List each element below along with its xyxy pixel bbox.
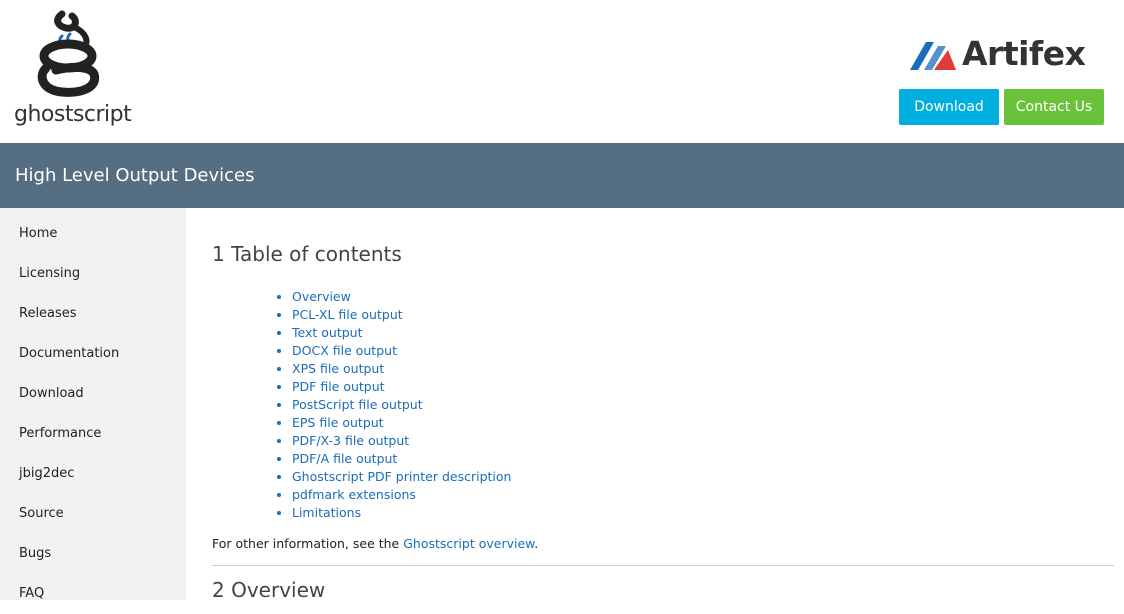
sidebar-item-source[interactable]: Source <box>0 494 186 534</box>
artifex-wordmark: Artifex <box>962 34 1086 73</box>
list-item: PDF file output <box>292 378 1114 396</box>
main-area: Home Licensing Releases Documentation Do… <box>0 208 1124 602</box>
toc-link-printer-description[interactable]: Ghostscript PDF printer description <box>292 469 511 484</box>
toc-link-eps[interactable]: EPS file output <box>292 415 384 430</box>
toc-link-postscript[interactable]: PostScript file output <box>292 397 423 412</box>
list-item: PDF/X-3 file output <box>292 432 1114 450</box>
site-header: ghostscript Artifex Download Contact Us <box>0 0 1124 143</box>
toc-link-overview[interactable]: Overview <box>292 289 351 304</box>
sidebar-item-faq[interactable]: FAQ <box>0 574 186 614</box>
info-suffix: . <box>534 536 539 551</box>
list-item: Limitations <box>292 504 1114 522</box>
contact-us-button[interactable]: Contact Us <box>1004 89 1104 125</box>
list-item: Overview <box>292 288 1114 306</box>
list-item: PCL-XL file output <box>292 306 1114 324</box>
sidebar-item-licensing[interactable]: Licensing <box>0 254 186 294</box>
list-item: Text output <box>292 324 1114 342</box>
list-item: DOCX file output <box>292 342 1114 360</box>
sidebar-nav: Home Licensing Releases Documentation Do… <box>0 208 186 601</box>
ghostscript-wordmark: ghostscript <box>14 102 132 127</box>
page-title-bar: High Level Output Devices <box>0 143 1124 208</box>
other-info-paragraph: For other information, see the Ghostscri… <box>212 536 1114 551</box>
sidebar-item-home[interactable]: Home <box>0 214 186 254</box>
list-item: XPS file output <box>292 360 1114 378</box>
sidebar-item-releases[interactable]: Releases <box>0 294 186 334</box>
section-divider <box>212 565 1114 566</box>
list-item: pdfmark extensions <box>292 486 1114 504</box>
sidebar-item-documentation[interactable]: Documentation <box>0 334 186 374</box>
toc-list: Overview PCL-XL file output Text output … <box>212 288 1114 522</box>
toc-link-text-output[interactable]: Text output <box>292 325 362 340</box>
ghostscript-logo-icon <box>37 10 100 97</box>
sidebar-item-performance[interactable]: Performance <box>0 414 186 454</box>
list-item: EPS file output <box>292 414 1114 432</box>
artifex-logo[interactable]: Artifex <box>908 34 1094 76</box>
toc-link-pcl-xl[interactable]: PCL-XL file output <box>292 307 403 322</box>
toc-link-limitations[interactable]: Limitations <box>292 505 361 520</box>
page-title: High Level Output Devices <box>15 165 255 186</box>
toc-link-pdf[interactable]: PDF file output <box>292 379 385 394</box>
info-prefix: For other information, see the <box>212 536 404 551</box>
toc-heading: 1 Table of contents <box>212 242 402 266</box>
sidebar-item-jbig2dec[interactable]: jbig2dec <box>0 454 186 494</box>
overview-heading: 2 Overview <box>212 578 326 602</box>
toc-link-docx[interactable]: DOCX file output <box>292 343 397 358</box>
sidebar-item-bugs[interactable]: Bugs <box>0 534 186 574</box>
list-item: PostScript file output <box>292 396 1114 414</box>
ghostscript-logo[interactable]: ghostscript <box>14 10 132 132</box>
download-button[interactable]: Download <box>899 89 999 125</box>
toc-link-pdfmark[interactable]: pdfmark extensions <box>292 487 416 502</box>
list-item: PDF/A file output <box>292 450 1114 468</box>
list-item: Ghostscript PDF printer description <box>292 468 1114 486</box>
content-panel: 1 Table of contents Overview PCL-XL file… <box>186 208 1124 602</box>
artifex-logo-icon <box>910 42 956 70</box>
toc-link-pdfx3[interactable]: PDF/X-3 file output <box>292 433 409 448</box>
toc-link-pdfa[interactable]: PDF/A file output <box>292 451 397 466</box>
toc-link-xps[interactable]: XPS file output <box>292 361 384 376</box>
sidebar-item-download[interactable]: Download <box>0 374 186 414</box>
ghostscript-overview-link[interactable]: Ghostscript overview <box>403 536 534 551</box>
